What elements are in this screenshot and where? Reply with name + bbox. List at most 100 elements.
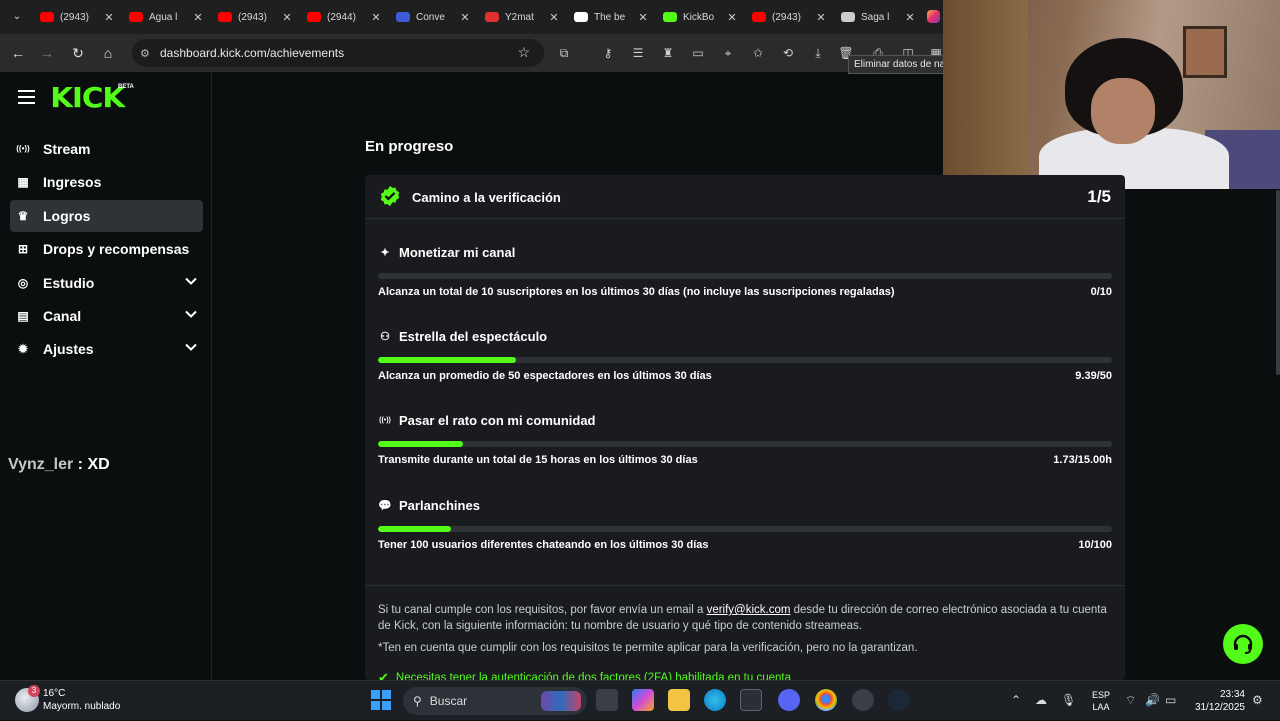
browser-tab[interactable]: Agua l ✕ xyxy=(123,5,209,29)
tab-favicon-icon xyxy=(307,12,321,22)
forward-icon[interactable]: → xyxy=(35,41,59,65)
support-chat-button[interactable] xyxy=(1223,624,1263,664)
browser-tab[interactable]: The be ✕ xyxy=(568,5,654,29)
tab-close-icon[interactable]: ✕ xyxy=(816,11,826,24)
language-indicator[interactable]: ESP LAA xyxy=(1092,689,1110,713)
card-header: Camino a la verificación 1/5 xyxy=(365,175,1125,219)
bookmark-star-icon[interactable]: ☆ xyxy=(517,44,530,61)
browser-tab[interactable]: (2944) ✕ xyxy=(301,5,387,29)
main-content: En progreso Camino a la verificación 1/5… xyxy=(213,72,1276,685)
reload-icon[interactable]: ↻ xyxy=(66,41,90,65)
reading-list-icon[interactable]: ☰ xyxy=(630,45,646,61)
sidebar-item-estudio[interactable]: ◎ Estudio xyxy=(10,267,203,299)
tab-close-icon[interactable]: ✕ xyxy=(282,11,292,24)
tab-search-chevron-icon[interactable]: ⌄ xyxy=(6,6,28,28)
notifications-icon[interactable]: ⚙ xyxy=(1252,693,1263,707)
progress-bar xyxy=(378,273,1112,279)
tab-close-icon[interactable]: ✕ xyxy=(905,11,915,24)
weather-temperature[interactable]: 16°C xyxy=(43,688,65,699)
achievement-header: ⚇ Estrella del espectáculo xyxy=(378,329,547,344)
tab-close-icon[interactable]: ✕ xyxy=(193,11,203,24)
extensions-icon[interactable]: ⧉ xyxy=(556,45,572,61)
verify-email-link[interactable]: verify@kick.com xyxy=(707,604,791,616)
incognito-icon[interactable]: ♜ xyxy=(660,45,676,61)
chevron-down-icon[interactable] xyxy=(185,308,197,320)
store-icon[interactable] xyxy=(740,689,762,711)
section-title: En progreso xyxy=(365,138,454,155)
browser-tab[interactable]: (2943) ✕ xyxy=(746,5,832,29)
tab-close-icon[interactable]: ✕ xyxy=(460,11,470,24)
browser-tab[interactable]: Saga l ✕ xyxy=(835,5,921,29)
search-highlight-image xyxy=(541,691,581,711)
sidebar-item-ajustes[interactable]: ✹ Ajustes xyxy=(10,333,203,365)
home-icon[interactable]: ⌂ xyxy=(96,41,120,65)
payment-card-icon[interactable]: ▭ xyxy=(690,45,706,61)
chat-username: Vynz_ler xyxy=(8,456,74,473)
site-info-icon[interactable]: ⚙ xyxy=(140,47,154,60)
progress-bar xyxy=(378,441,1112,448)
taskbar-search[interactable]: ⚲ Buscar xyxy=(403,687,587,715)
browser-tab[interactable]: (2943) ✕ xyxy=(34,5,120,29)
sidebar-item-stream[interactable]: ((•)) Stream xyxy=(10,133,203,165)
sidebar-item-label: Ingresos xyxy=(43,174,102,191)
location-pin-icon[interactable]: ⌖ xyxy=(720,45,736,61)
instagram-tab-icon[interactable] xyxy=(927,10,940,23)
settings-icon: ✹ xyxy=(17,342,29,357)
tray-overflow-chevron-icon[interactable]: ⌃ xyxy=(1011,693,1021,707)
tab-close-icon[interactable]: ✕ xyxy=(638,11,648,24)
address-bar[interactable]: ⚙ dashboard.kick.com/achievements ☆ xyxy=(132,39,544,67)
tab-close-icon[interactable]: ✕ xyxy=(371,11,381,24)
browser-tab[interactable]: Conve ✕ xyxy=(390,5,476,29)
volume-icon[interactable]: 🔊 xyxy=(1145,693,1160,707)
back-icon[interactable]: ← xyxy=(6,41,30,65)
chevron-down-icon[interactable] xyxy=(185,275,197,287)
card-progress-count: 1/5 xyxy=(1087,187,1111,206)
achievement-header: 💬 Parlanchines xyxy=(378,498,480,513)
tab-close-icon[interactable]: ✕ xyxy=(549,11,559,24)
task-view-icon[interactable] xyxy=(596,689,618,711)
sidebar-item-drops[interactable]: ⊞ Drops y recompensas xyxy=(10,233,203,265)
favorites-icon[interactable]: ✩ xyxy=(750,45,766,61)
windows-start-icon[interactable] xyxy=(371,690,391,710)
progress-bar xyxy=(378,357,1112,364)
chevron-down-icon[interactable] xyxy=(185,341,197,353)
browser-tab[interactable]: (2943) ✕ xyxy=(212,5,298,29)
headset-icon xyxy=(1233,634,1253,654)
card-title: Camino a la verificación xyxy=(412,190,561,205)
clock-time: 23:34 xyxy=(1219,689,1245,700)
achievement-title: Monetizar mi canal xyxy=(399,245,516,260)
file-explorer-icon[interactable] xyxy=(668,689,690,711)
tab-title: The be xyxy=(594,11,626,23)
sidebar-item-ingresos[interactable]: ▦ Ingresos xyxy=(10,166,203,198)
copilot-icon[interactable] xyxy=(632,689,654,711)
battery-icon[interactable]: ▭ xyxy=(1165,693,1176,707)
edge-icon[interactable] xyxy=(704,689,726,711)
hamburger-menu-icon[interactable] xyxy=(18,90,35,104)
taskbar-clock[interactable]: 23:34 31/12/2025 xyxy=(1192,688,1245,714)
studio-icon: ◎ xyxy=(17,275,29,290)
browser-tab[interactable]: Y2mat ✕ xyxy=(479,5,565,29)
wifi-icon[interactable]: ⌔ xyxy=(1125,693,1136,708)
obs-icon[interactable] xyxy=(852,689,874,711)
weather-description[interactable]: Mayorm. nublado xyxy=(43,701,120,712)
tab-close-icon[interactable]: ✕ xyxy=(104,11,114,24)
sidebar-item-canal[interactable]: ▤ Canal xyxy=(10,300,203,332)
steam-icon[interactable] xyxy=(888,689,910,711)
achievement-header: ✦ Monetizar mi canal xyxy=(378,245,515,260)
onedrive-icon[interactable]: ☁ xyxy=(1035,693,1047,707)
password-key-icon[interactable]: ⚷ xyxy=(600,45,616,61)
microphone-icon[interactable]: 🎙 xyxy=(1061,693,1076,707)
history-icon[interactable]: ⟲ xyxy=(780,45,796,61)
keyboard-layout: LAA xyxy=(1092,702,1110,712)
discord-icon[interactable] xyxy=(778,689,800,711)
achievement-value: 1.73/15.00h xyxy=(1053,454,1112,467)
download-icon[interactable]: ⤓ xyxy=(810,45,826,61)
tab-close-icon[interactable]: ✕ xyxy=(727,11,737,24)
page-scrollbar[interactable] xyxy=(1276,190,1280,375)
kick-logo[interactable]: KICK xyxy=(50,84,125,112)
tab-favicon-icon xyxy=(218,12,232,22)
tab-favicon-icon xyxy=(574,12,588,22)
chrome-icon[interactable] xyxy=(815,689,837,711)
browser-tab[interactable]: KickBo ✕ xyxy=(657,5,743,29)
sidebar-item-logros[interactable]: ♛ Logros xyxy=(10,199,203,232)
